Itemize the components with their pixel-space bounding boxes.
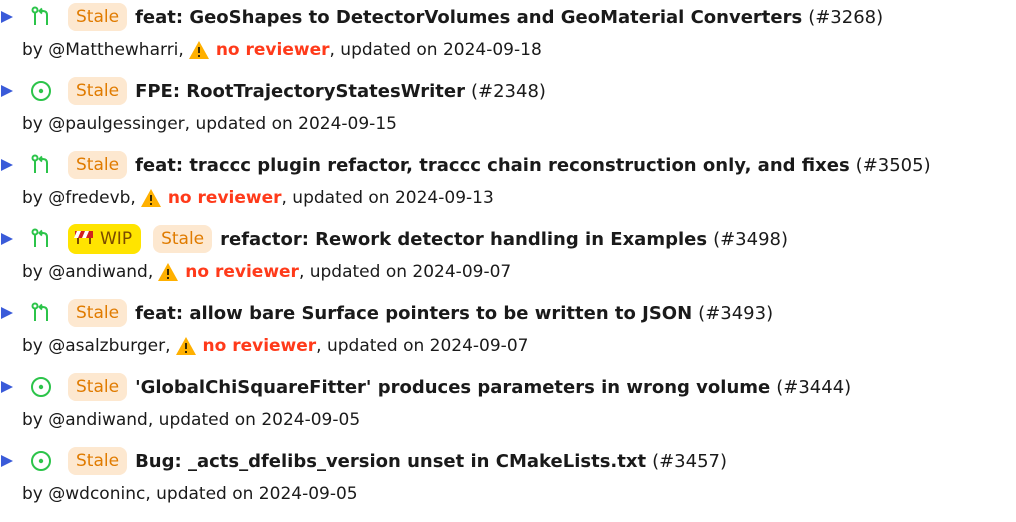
wip-badge: WIP: [68, 224, 142, 254]
list-item: WIP Stale refactor: Rework detector hand…: [0, 222, 1016, 292]
item-meta: by @paulgessinger , updated on 2024-09-1…: [22, 112, 397, 136]
expand-arrow-icon[interactable]: [0, 84, 22, 98]
pull-request-icon: [26, 228, 56, 250]
list-item: Stale feat: GeoShapes to DetectorVolumes…: [0, 0, 1016, 70]
item-header: Stale Bug: _acts_dfelibs_version unset i…: [0, 444, 727, 478]
item-number: (#2348): [470, 80, 546, 102]
item-header: Stale feat: traccc plugin refactor, trac…: [0, 148, 931, 182]
updated-text: , updated on 2024-09-15: [184, 114, 397, 134]
item-header: Stale feat: GeoShapes to DetectorVolumes…: [0, 0, 883, 34]
warning-icon: [140, 188, 168, 208]
expand-arrow-icon[interactable]: [0, 380, 22, 394]
item-number: (#3444): [776, 376, 852, 398]
author-text: by @andiwand,: [22, 262, 154, 282]
wip-label: WIP: [100, 229, 133, 249]
author-text: by @fredevb,: [22, 188, 136, 208]
updated-text: , updated on 2024-09-05: [145, 484, 358, 504]
stale-badge: Stale: [68, 3, 128, 31]
item-title[interactable]: Bug: _acts_dfelibs_version unset in CMak…: [135, 451, 646, 472]
item-meta: by @wdconinc , updated on 2024-09-05: [22, 482, 358, 506]
item-header: Stale feat: allow bare Surface pointers …: [0, 296, 773, 330]
item-title[interactable]: feat: GeoShapes to DetectorVolumes and G…: [135, 7, 802, 28]
item-number: (#3268): [808, 6, 884, 28]
item-number: (#3505): [855, 154, 931, 176]
updated-text: , updated on 2024-09-18: [329, 40, 542, 60]
issue-icon: [26, 376, 56, 398]
item-meta: by @Matthewharri, no reviewer , updated …: [22, 38, 542, 62]
item-header: Stale FPE: RootTrajectoryStatesWriter (#…: [0, 74, 546, 108]
warning-icon: [175, 336, 203, 356]
stale-badge: Stale: [153, 225, 213, 253]
issue-icon: [26, 450, 56, 472]
item-meta: by @fredevb, no reviewer , updated on 20…: [22, 186, 494, 210]
warning-icon: [157, 262, 185, 282]
item-header: Stale 'GlobalChiSquareFitter' produces p…: [0, 370, 851, 404]
issue-icon: [26, 80, 56, 102]
item-title[interactable]: 'GlobalChiSquareFitter' produces paramet…: [135, 377, 770, 398]
item-header: WIP Stale refactor: Rework detector hand…: [0, 222, 788, 256]
item-number: (#3493): [698, 302, 774, 324]
list-item: Stale Bug: _acts_dfelibs_version unset i…: [0, 444, 1016, 514]
no-reviewer-label: no reviewer: [185, 262, 299, 282]
author-text: by @andiwand: [22, 410, 148, 430]
pull-request-icon: [26, 302, 56, 324]
updated-text: , updated on 2024-09-07: [298, 262, 512, 282]
no-reviewer-label: no reviewer: [202, 336, 317, 356]
list-item: Stale feat: allow bare Surface pointers …: [0, 296, 1016, 366]
expand-arrow-icon[interactable]: [0, 232, 22, 246]
expand-arrow-icon[interactable]: [0, 306, 22, 320]
updated-text: , updated on 2024-09-05: [147, 410, 361, 430]
stale-badge: Stale: [68, 447, 128, 475]
stale-badge: Stale: [68, 299, 128, 327]
pull-request-icon: [26, 154, 56, 176]
item-meta: by @andiwand , updated on 2024-09-05: [22, 408, 360, 432]
item-title[interactable]: refactor: Rework detector handling in Ex…: [220, 229, 707, 250]
item-title[interactable]: feat: allow bare Surface pointers to be …: [135, 303, 692, 324]
item-title[interactable]: FPE: RootTrajectoryStatesWriter: [135, 81, 465, 102]
updated-text: , updated on 2024-09-07: [316, 336, 529, 356]
no-reviewer-label: no reviewer: [215, 40, 330, 60]
author-text: by @asalzburger,: [22, 336, 171, 356]
author-text: by @Matthewharri,: [22, 40, 184, 60]
item-title[interactable]: feat: traccc plugin refactor, traccc cha…: [135, 155, 850, 176]
stale-badge: Stale: [68, 77, 128, 105]
list-item: Stale feat: traccc plugin refactor, trac…: [0, 148, 1016, 218]
stale-badge: Stale: [68, 373, 128, 401]
updated-text: , updated on 2024-09-13: [281, 188, 494, 208]
expand-arrow-icon[interactable]: [0, 158, 22, 172]
no-reviewer-label: no reviewer: [167, 188, 282, 208]
item-number: (#3457): [652, 450, 727, 472]
author-text: by @wdconinc: [22, 484, 146, 504]
expand-arrow-icon[interactable]: [0, 454, 22, 468]
author-text: by @paulgessinger: [22, 114, 185, 134]
expand-arrow-icon[interactable]: [0, 10, 22, 24]
item-number: (#3498): [713, 228, 788, 250]
list-item: Stale FPE: RootTrajectoryStatesWriter (#…: [0, 74, 1016, 144]
warning-icon: [188, 40, 216, 60]
item-meta: by @andiwand, no reviewer , updated on 2…: [22, 260, 511, 284]
stale-badge: Stale: [68, 151, 128, 179]
item-meta: by @asalzburger, no reviewer , updated o…: [22, 334, 528, 358]
list-item: Stale 'GlobalChiSquareFitter' produces p…: [0, 370, 1016, 440]
construction-icon: [74, 227, 100, 251]
pull-request-icon: [26, 6, 56, 28]
